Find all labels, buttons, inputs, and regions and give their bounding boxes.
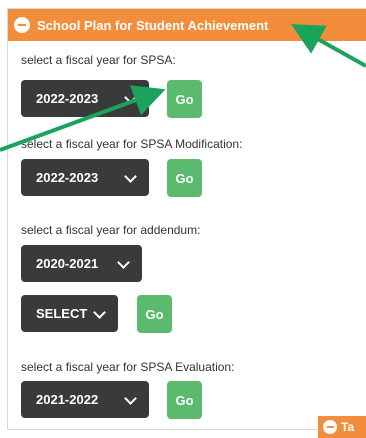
chevron-down-icon <box>124 170 137 183</box>
next-panel-header[interactable]: Ta <box>318 416 366 438</box>
spsa-year-select[interactable]: 2022-2023 <box>21 80 149 117</box>
spsa-label: select a fiscal year for SPSA: <box>21 53 176 67</box>
panel-header[interactable]: School Plan for Student Achievement <box>8 9 366 41</box>
spsa-evaluation-year-select[interactable]: 2021-2022 <box>21 381 149 418</box>
addendum-type-select[interactable]: SELECT <box>21 295 118 332</box>
chevron-down-icon <box>124 392 137 405</box>
spsa-panel: School Plan for Student Achievement sele… <box>7 8 366 430</box>
chevron-down-icon <box>93 306 106 319</box>
collapse-minus-icon[interactable] <box>323 420 337 434</box>
spsa-modification-year-value: 2022-2023 <box>36 170 99 185</box>
spsa-modification-go-button[interactable]: Go <box>167 159 202 197</box>
addendum-go-button[interactable]: Go <box>137 295 172 333</box>
spsa-year-value: 2022-2023 <box>36 91 99 106</box>
addendum-label: select a fiscal year for addendum: <box>21 223 201 237</box>
panel-title: School Plan for Student Achievement <box>37 17 269 33</box>
collapse-minus-icon[interactable] <box>14 17 30 33</box>
chevron-down-icon <box>117 256 130 269</box>
chevron-down-icon <box>124 91 137 104</box>
next-panel-title: Ta <box>341 420 355 434</box>
addendum-year-select[interactable]: 2020-2021 <box>21 245 142 282</box>
spsa-evaluation-go-button[interactable]: Go <box>167 381 202 419</box>
spsa-modification-year-select[interactable]: 2022-2023 <box>21 159 149 196</box>
addendum-year-value: 2020-2021 <box>36 256 99 271</box>
spsa-go-button[interactable]: Go <box>167 80 202 118</box>
spsa-evaluation-year-value: 2021-2022 <box>36 392 99 407</box>
addendum-type-value: SELECT <box>36 306 88 321</box>
spsa-modification-label: select a fiscal year for SPSA Modificati… <box>21 137 243 151</box>
spsa-evaluation-label: select a fiscal year for SPSA Evaluation… <box>21 360 235 374</box>
